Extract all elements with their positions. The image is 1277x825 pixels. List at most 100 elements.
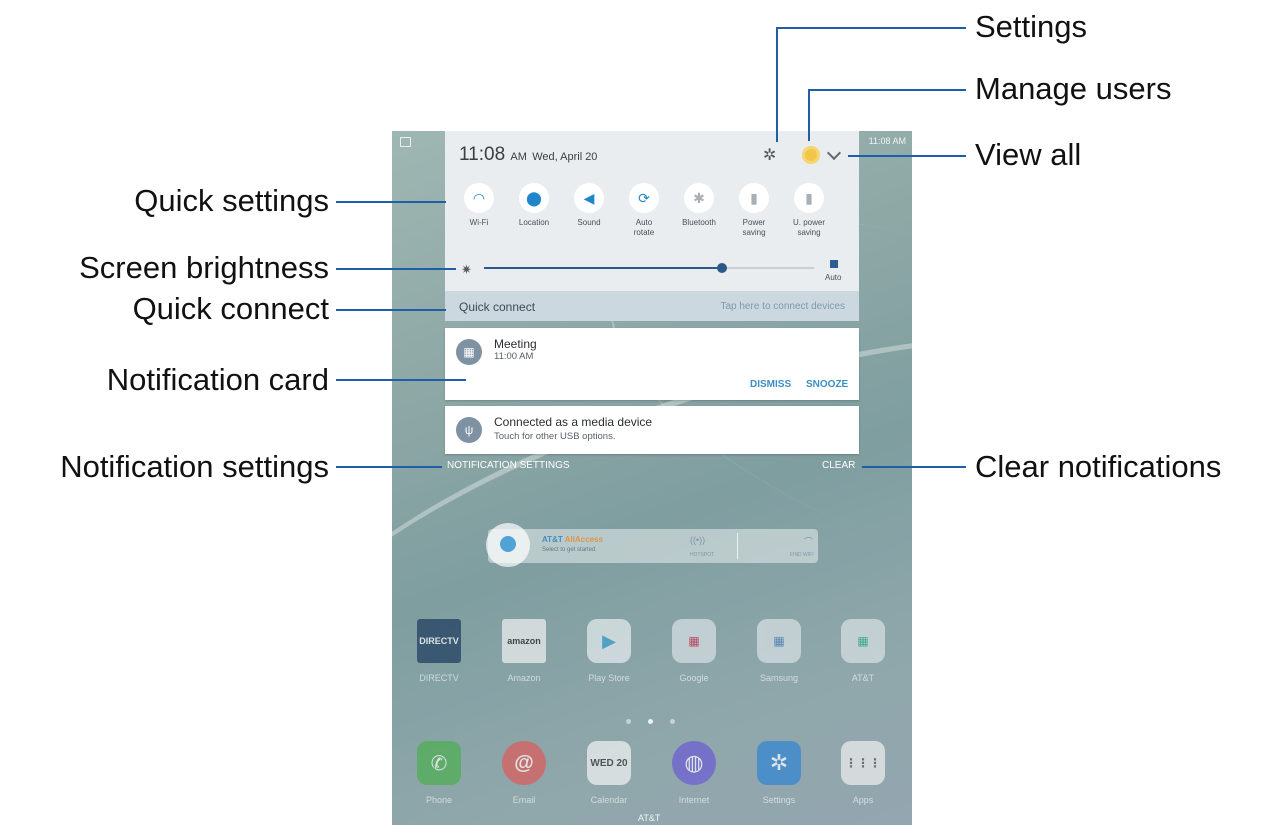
app-label: Google (679, 673, 709, 683)
dock-internet[interactable]: ◍ Internet (664, 741, 724, 805)
tile-label: Bluetooth (682, 218, 716, 227)
clear-button[interactable]: CLEAR (822, 460, 855, 471)
notification-card-usb[interactable]: ψ Connected as a media device Touch for … (445, 406, 859, 454)
leader-line (336, 268, 456, 270)
tile-label: Auto rotate (633, 218, 655, 237)
callout-notification-card: Notification card (106, 362, 329, 397)
usb-icon: ψ (456, 417, 482, 443)
callout-manage-users: Manage users (975, 71, 1172, 106)
calendar-icon (400, 137, 411, 147)
panel-date: Wed, April 20 (532, 151, 598, 163)
app-label: Samsung (759, 673, 799, 683)
calendar-icon: ▦ (456, 339, 482, 365)
app-label: AT&T (851, 673, 875, 683)
tile-sound[interactable]: ◀ Sound (560, 183, 618, 228)
callout-clear-notifications: Clear notifications (975, 449, 1222, 484)
chevron-down-icon[interactable] (826, 145, 842, 161)
tile-label: U. power saving (792, 218, 825, 237)
page-dot (670, 719, 675, 724)
dock-apps[interactable]: ⋮⋮⋮ Apps (833, 741, 893, 805)
status-time: 11:08 AM (868, 136, 906, 146)
widget-subtitle: Select to get started (542, 547, 596, 553)
notification-title: Meeting (494, 337, 537, 351)
ultra-battery-icon: ▮ (794, 183, 824, 213)
app-play-store[interactable]: ▶ Play Store (579, 619, 639, 683)
app-label: Internet (678, 795, 710, 805)
auto-brightness-checkbox[interactable] (830, 260, 838, 268)
app-label: Calendar (590, 795, 628, 805)
notification-title: Connected as a media device (494, 415, 653, 429)
widget-hotspot-label: HOTSPOT (690, 552, 715, 558)
amazon-icon: amazon (502, 619, 546, 663)
user-avatar-icon[interactable] (802, 146, 820, 164)
directv-icon: DIRECTV (417, 619, 461, 663)
leader-line (808, 89, 810, 141)
app-label: Amazon (507, 673, 541, 683)
auto-brightness-label: Auto (825, 273, 842, 282)
gear-icon[interactable]: ✲ (763, 148, 776, 164)
dock-settings[interactable]: ✲ Settings (749, 741, 809, 805)
email-icon: @ (502, 741, 546, 785)
app-label: Apps (852, 795, 874, 805)
app-amazon[interactable]: amazon Amazon (494, 619, 554, 683)
quick-connect-bar[interactable]: Quick connect Tap here to connect device… (445, 291, 859, 321)
panel-time: 11:08 (459, 144, 506, 165)
dock-email[interactable]: @ Email (494, 741, 554, 805)
panel-clock: 11:08 AM Wed, April 20 (459, 144, 597, 166)
notification-settings-button[interactable]: NOTIFICATION SETTINGS (447, 460, 570, 471)
tile-bluetooth[interactable]: ✱ Bluetooth (670, 183, 728, 228)
app-label: Email (512, 795, 536, 805)
tile-label: Sound (577, 218, 601, 227)
app-label: DIRECTV (419, 673, 459, 683)
dismiss-button[interactable]: DISMISS (750, 379, 791, 390)
brightness-fill (484, 267, 722, 269)
leader-line (862, 466, 966, 468)
hotspot-icon: ((•)) (690, 535, 706, 545)
tile-auto-rotate[interactable]: ⟳ Auto rotate (615, 183, 673, 238)
page-indicator[interactable] (626, 719, 676, 725)
att-allaccess-widget[interactable] (488, 529, 818, 563)
panel-ampm: AM (510, 151, 527, 163)
app-label: Play Store (588, 673, 630, 683)
callout-settings: Settings (975, 9, 1088, 44)
app-att-folder[interactable]: ▦ AT&T (833, 619, 893, 683)
leader-line (776, 27, 966, 29)
widget-wifi-label: FIND WIFI (790, 552, 814, 558)
callout-screen-brightness: Screen brightness (79, 250, 329, 285)
carrier-label: AT&T (638, 813, 661, 823)
tile-label: Power saving (742, 218, 766, 237)
dock-calendar[interactable]: WED 20 Calendar (579, 741, 639, 805)
brightness-slider[interactable] (484, 263, 814, 273)
leader-line (848, 155, 966, 157)
tile-power-saving[interactable]: ▮ Power saving (725, 183, 783, 238)
google-folder-icon: ▦ (672, 619, 716, 663)
wifi-icon: ◠ (464, 183, 494, 213)
leader-line (336, 201, 446, 203)
widget-divider (737, 533, 738, 559)
tile-location[interactable]: ⬤ Location (505, 183, 563, 228)
phone-icon: ✆ (417, 741, 461, 785)
apps-grid-icon: ⋮⋮⋮ (841, 741, 885, 785)
app-directv[interactable]: DIRECTV DIRECTV (409, 619, 469, 683)
tablet-screen: 11:08 AM 11:08 AM Wed, April 20 ✲ ◠ Wi-F… (392, 131, 912, 825)
widget-brand-accent: AllAccess (564, 535, 603, 544)
att-folder-icon: ▦ (841, 619, 885, 663)
app-google-folder[interactable]: ▦ Google (664, 619, 724, 683)
dock-phone[interactable]: ✆ Phone (409, 741, 469, 805)
leader-line (336, 309, 446, 311)
notification-panel: 11:08 AM Wed, April 20 ✲ ◠ Wi-Fi ⬤ Locat… (445, 131, 859, 321)
app-samsung-folder[interactable]: ▦ Samsung (749, 619, 809, 683)
att-globe-icon (500, 536, 516, 552)
samsung-folder-icon: ▦ (757, 619, 801, 663)
tile-wifi[interactable]: ◠ Wi-Fi (450, 183, 508, 228)
brightness-thumb[interactable] (716, 263, 727, 273)
callout-quick-connect: Quick connect (132, 291, 329, 326)
location-pin-icon: ⬤ (519, 183, 549, 213)
settings-gear-icon: ✲ (757, 741, 801, 785)
quick-connect-label: Quick connect (459, 300, 536, 314)
notification-card-meeting[interactable]: ▦ Meeting 11:00 AM DISMISS SNOOZE (445, 328, 859, 400)
tile-ultra-power-saving[interactable]: ▮ U. power saving (780, 183, 838, 238)
play-store-icon: ▶ (587, 619, 631, 663)
snooze-button[interactable]: SNOOZE (806, 379, 848, 390)
leader-line (336, 379, 466, 381)
